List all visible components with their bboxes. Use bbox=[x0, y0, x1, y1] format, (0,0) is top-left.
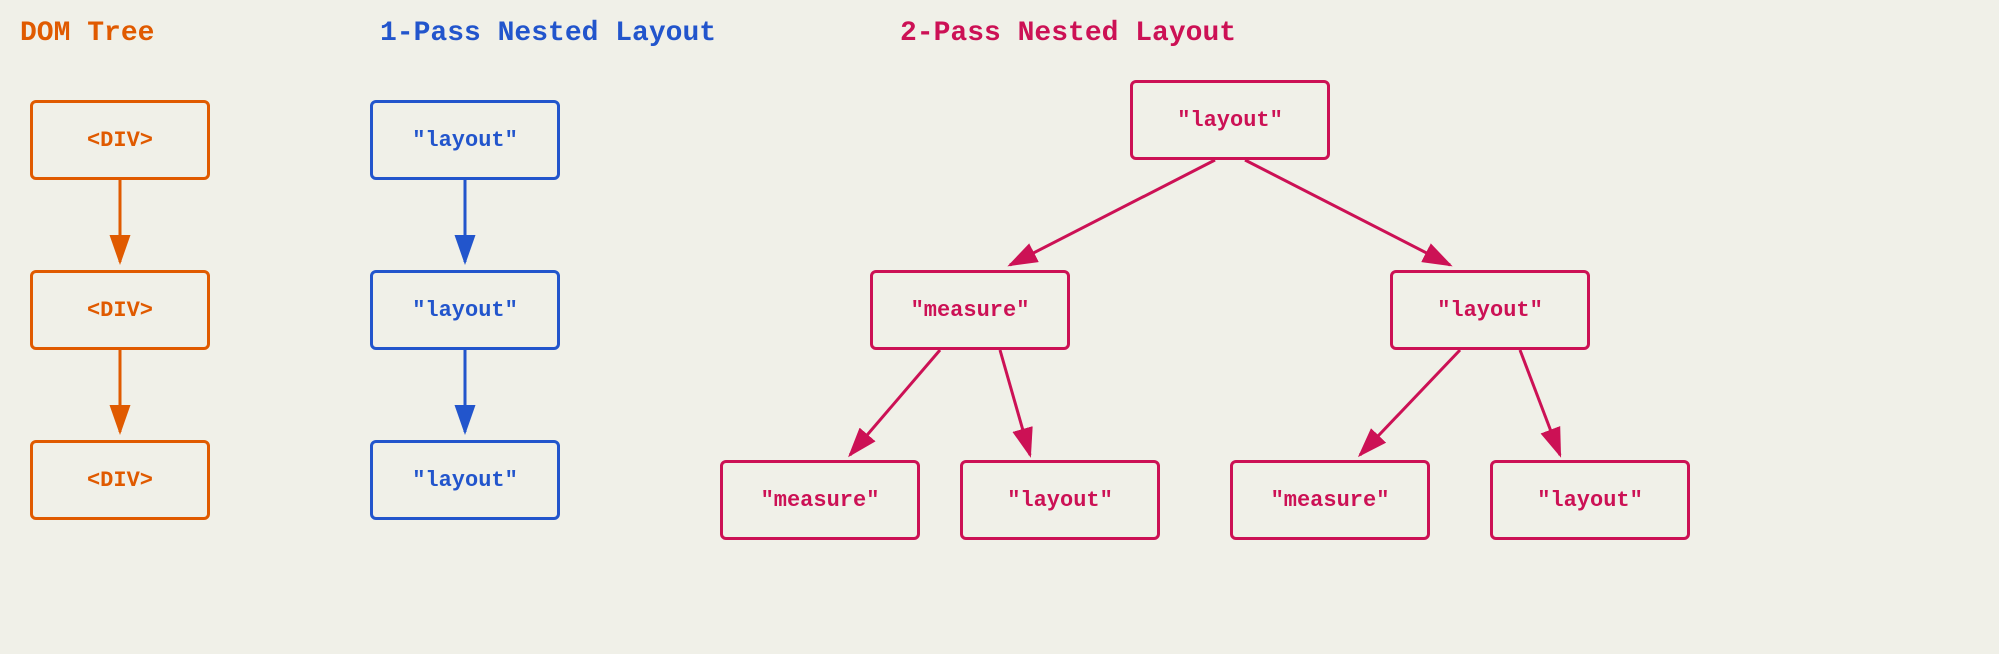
pass2-right: "layout" bbox=[1390, 270, 1590, 350]
dom-node-1: <DIV> bbox=[30, 100, 210, 180]
pass2-root: "layout" bbox=[1130, 80, 1330, 160]
pass2-rr: "layout" bbox=[1490, 460, 1690, 540]
pass2-ll: "measure" bbox=[720, 460, 920, 540]
title-2pass: 2-Pass Nested Layout bbox=[900, 18, 1236, 49]
pass2-arrow-left-ll bbox=[850, 350, 940, 455]
dom-node-3: <DIV> bbox=[30, 440, 210, 520]
dom-node-2: <DIV> bbox=[30, 270, 210, 350]
pass2-arrow-left-lr bbox=[1000, 350, 1030, 455]
title-dom: DOM Tree bbox=[20, 18, 154, 49]
pass2-arrow-root-right bbox=[1245, 160, 1450, 265]
title-1pass: 1-Pass Nested Layout bbox=[380, 18, 716, 49]
pass2-arrow-right-rl bbox=[1360, 350, 1460, 455]
pass2-arrow-root-left bbox=[1010, 160, 1215, 265]
pass1-node-2: "layout" bbox=[370, 270, 560, 350]
pass2-arrow-right-rr bbox=[1520, 350, 1560, 455]
pass1-node-3: "layout" bbox=[370, 440, 560, 520]
pass2-lr: "layout" bbox=[960, 460, 1160, 540]
pass2-rl: "measure" bbox=[1230, 460, 1430, 540]
diagram-container: DOM Tree 1-Pass Nested Layout 2-Pass Nes… bbox=[0, 0, 1999, 654]
pass1-node-1: "layout" bbox=[370, 100, 560, 180]
pass2-left: "measure" bbox=[870, 270, 1070, 350]
